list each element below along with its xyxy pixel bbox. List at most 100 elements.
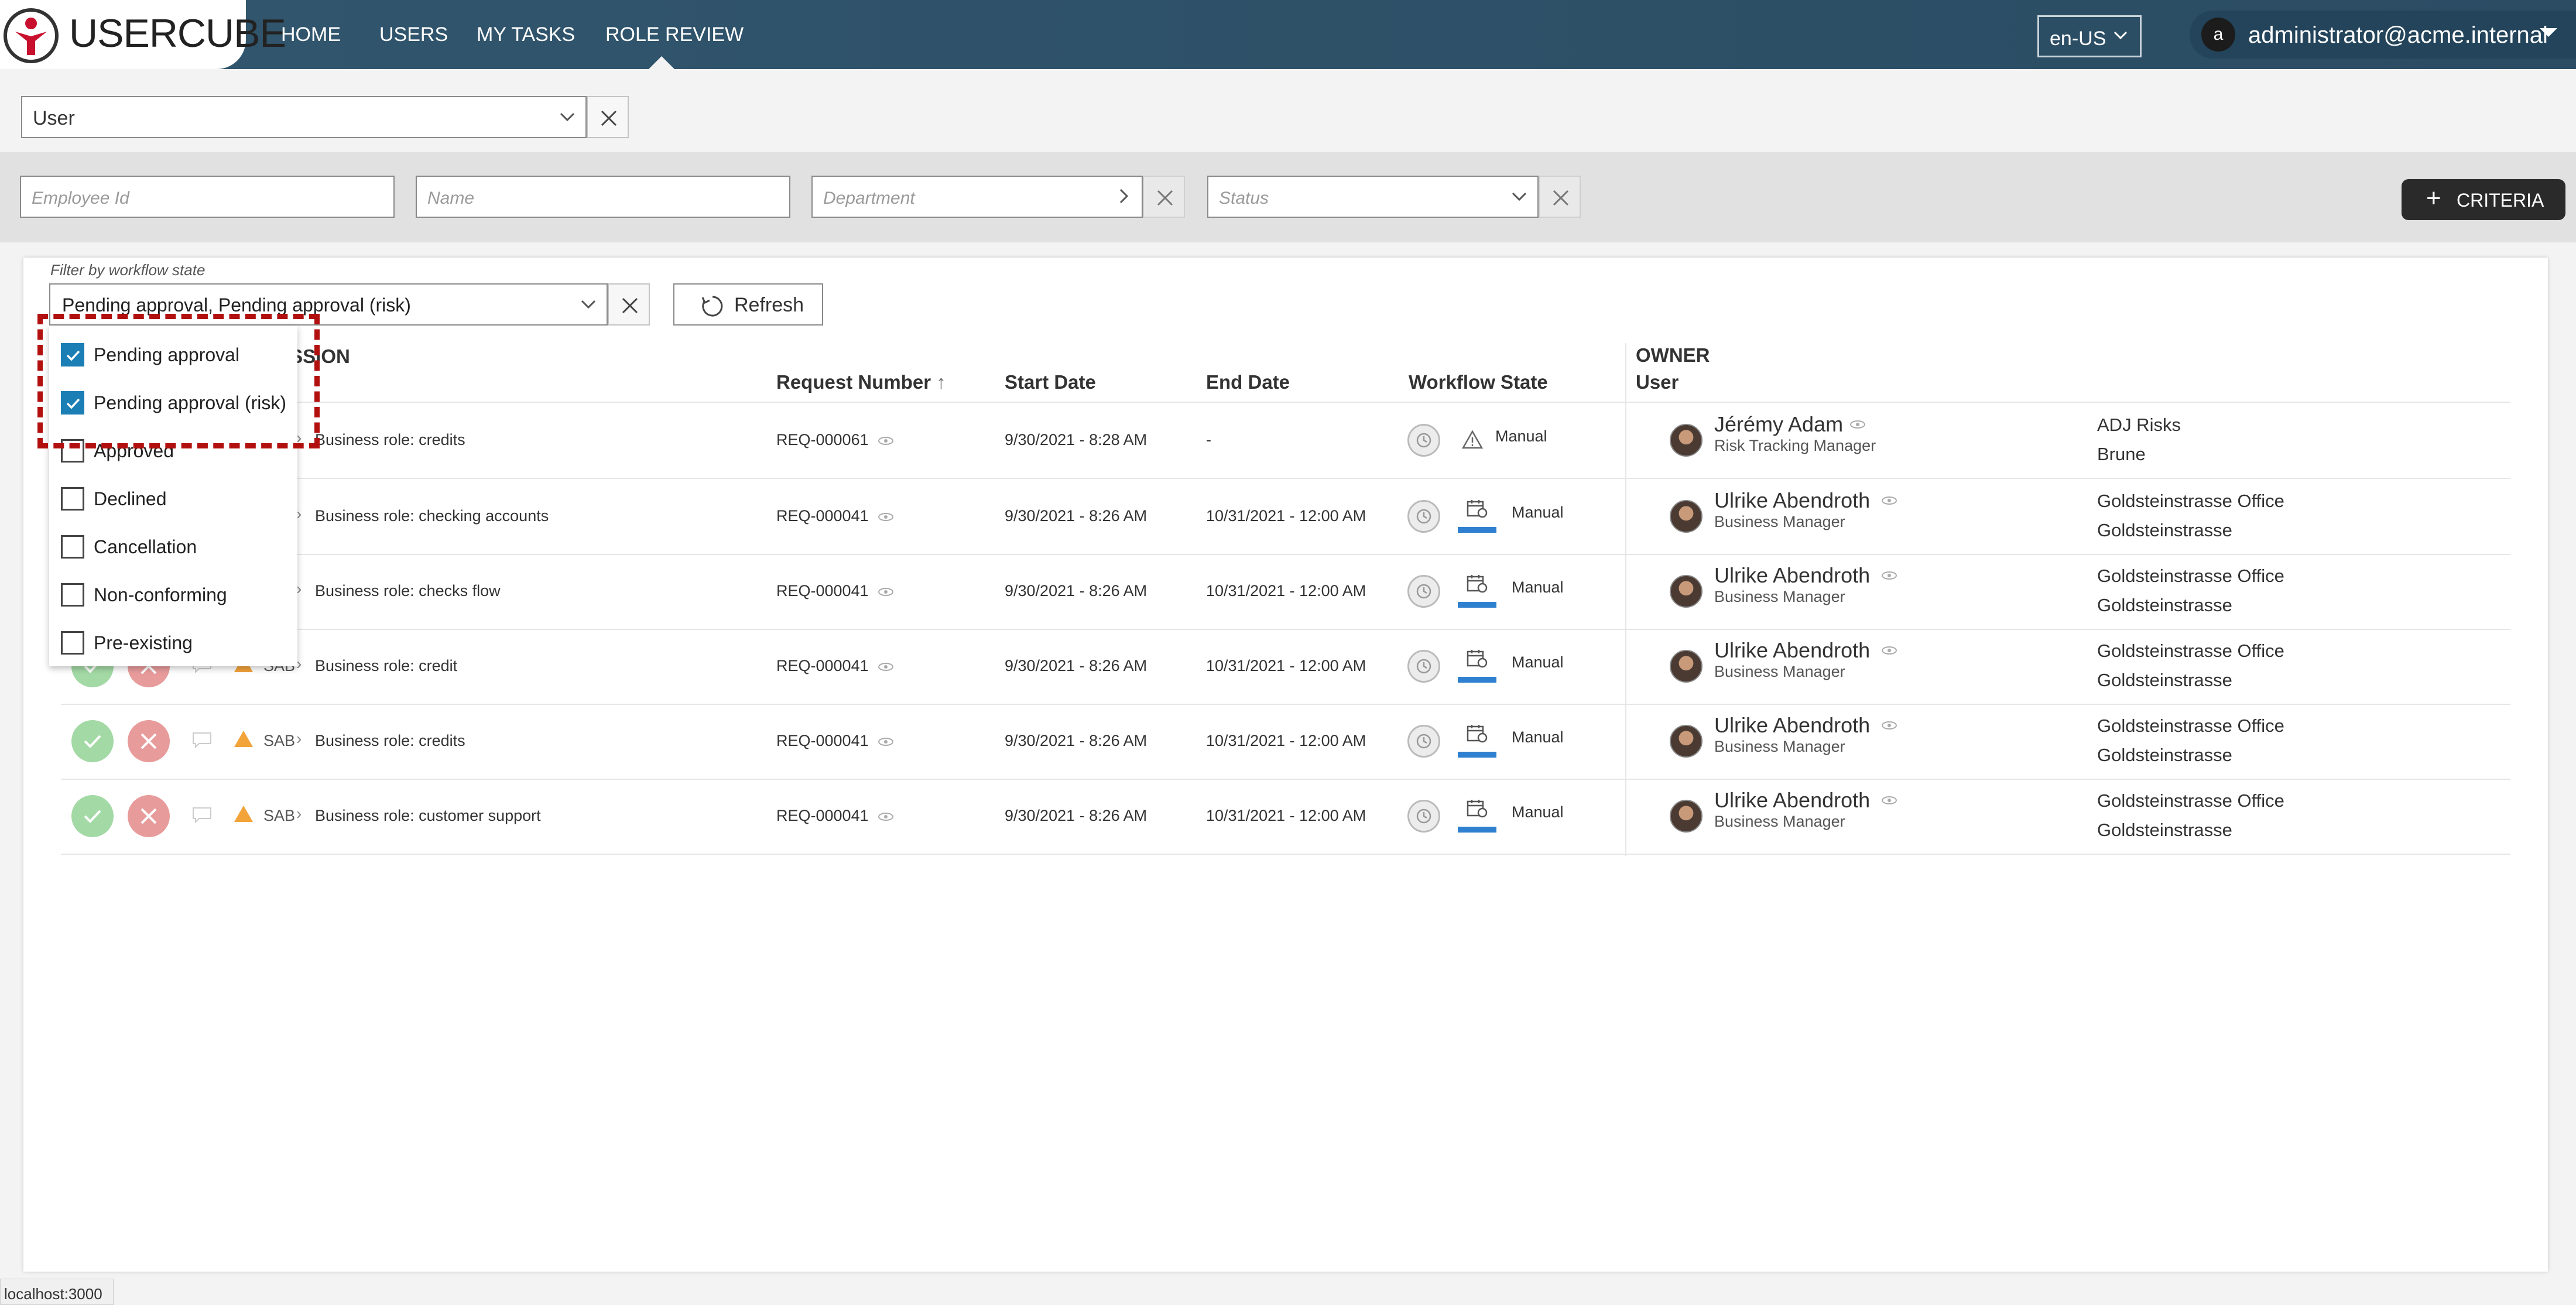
owner-name[interactable]: Ulrike Abendroth (1714, 488, 1870, 513)
nav-home[interactable]: HOME (281, 23, 341, 46)
location: Goldsteinstrasse (2097, 820, 2232, 840)
nav-users[interactable]: USERS (379, 23, 448, 46)
workflow-option-label: Non-conforming (94, 584, 227, 605)
approve-button[interactable] (71, 720, 114, 762)
usercube-logo[interactable]: USERCUBE (0, 0, 286, 69)
caret-down-icon (2540, 28, 2557, 37)
system-code: SAB (263, 807, 296, 824)
view-request-icon[interactable] (878, 588, 893, 596)
end-date: 10/31/2021 - 12:00 AM (1206, 582, 1366, 600)
workflow-option[interactable]: Cancellation (49, 522, 297, 570)
role-name[interactable]: Business role: credit (315, 657, 457, 675)
header-workflow-state[interactable]: Workflow State (1409, 371, 1548, 393)
role-name[interactable]: Business role: customer support (315, 807, 541, 825)
view-owner-icon[interactable] (1882, 571, 1897, 580)
history-icon[interactable] (1407, 725, 1440, 758)
view-owner-icon[interactable] (1882, 796, 1897, 804)
workflow-state: Manual (1512, 728, 1564, 746)
view-owner-icon[interactable] (1850, 420, 1865, 429)
owner-role: Risk Tracking Manager (1714, 437, 1876, 454)
organization: Goldsteinstrasse Office (2097, 566, 2284, 586)
request-number[interactable]: REQ-000061 (776, 431, 869, 449)
workflow-state: Manual (1495, 427, 1547, 445)
nav-my-tasks[interactable]: MY TASKS (477, 23, 575, 46)
request-number[interactable]: REQ-000041 (776, 657, 869, 675)
workflow-option[interactable]: Pre-existing (49, 618, 297, 666)
employee-id-input[interactable]: Employee Id (20, 176, 395, 218)
history-icon[interactable] (1407, 500, 1440, 533)
view-owner-icon[interactable] (1882, 721, 1897, 729)
name-input[interactable]: Name (416, 176, 790, 218)
header-request-number-label: Request Number (776, 371, 931, 393)
history-icon[interactable] (1407, 424, 1440, 457)
language-select[interactable]: en-US (2037, 15, 2142, 57)
workflow-filter-label: Filter by workflow state (50, 261, 205, 279)
view-owner-icon[interactable] (1882, 496, 1897, 505)
header-start-date[interactable]: Start Date (1005, 371, 1096, 393)
clear-status-button[interactable] (1539, 176, 1581, 218)
request-number[interactable]: REQ-000041 (776, 732, 869, 750)
header-request-number[interactable]: Request Number ↑ (776, 371, 946, 393)
view-request-icon[interactable] (878, 738, 893, 746)
role-name[interactable]: Business role: checking accounts (315, 507, 549, 525)
header-owner-user[interactable]: User (1636, 371, 1678, 393)
clear-workflow-filter-button[interactable] (608, 283, 650, 326)
owner-name[interactable]: Ulrike Abendroth (1714, 638, 1870, 663)
approve-button[interactable] (71, 795, 114, 837)
checkbox-unchecked[interactable] (61, 535, 84, 559)
warning-icon (234, 731, 253, 747)
clear-entity-button[interactable] (587, 96, 629, 138)
role-name[interactable]: Business role: credits (315, 431, 465, 449)
name-placeholder: Name (427, 189, 475, 208)
chevron-down-icon (1509, 186, 1529, 211)
workflow-progress-bar (1458, 527, 1496, 533)
view-request-icon[interactable] (878, 437, 893, 445)
comment-icon[interactable] (192, 807, 212, 824)
owner-name[interactable]: Ulrike Abendroth (1714, 713, 1870, 738)
comment-icon[interactable] (192, 732, 212, 749)
user-menu[interactable]: a administrator@acme.internal (2190, 11, 2576, 59)
checkbox-unchecked[interactable] (61, 631, 84, 655)
location: Goldsteinstrasse (2097, 745, 2232, 765)
clear-department-button[interactable] (1143, 176, 1185, 218)
role-name[interactable]: Business role: checks flow (315, 582, 501, 600)
department-picker[interactable]: Department (811, 176, 1143, 218)
decline-button[interactable] (128, 720, 170, 762)
view-request-icon[interactable] (878, 513, 893, 521)
calendar-task-icon (1466, 574, 1488, 594)
decline-button[interactable] (128, 795, 170, 837)
header-end-date[interactable]: End Date (1206, 371, 1290, 393)
owner-name[interactable]: Ulrike Abendroth (1714, 788, 1870, 813)
history-icon[interactable] (1407, 575, 1440, 608)
status-select[interactable]: Status (1207, 176, 1539, 218)
annotation-highlight-box (37, 314, 320, 448)
start-date: 9/30/2021 - 8:28 AM (1005, 431, 1147, 448)
owner-name[interactable]: Jérémy Adam (1714, 412, 1843, 437)
entity-type-select[interactable]: User (21, 96, 587, 138)
role-name[interactable]: Business role: credits (315, 732, 465, 750)
start-date: 9/30/2021 - 8:26 AM (1005, 657, 1147, 674)
history-icon[interactable] (1407, 800, 1440, 833)
organization: Goldsteinstrasse Office (2097, 790, 2284, 811)
checkbox-unchecked[interactable] (61, 583, 84, 607)
checkbox-unchecked[interactable] (61, 487, 84, 511)
location: Goldsteinstrasse (2097, 595, 2232, 615)
request-number[interactable]: REQ-000041 (776, 582, 869, 600)
workflow-option[interactable]: Non-conforming (49, 570, 297, 618)
refresh-button[interactable]: Refresh (673, 283, 823, 326)
close-icon (1157, 190, 1173, 206)
chevron-down-icon (2112, 26, 2129, 49)
view-request-icon[interactable] (878, 813, 893, 821)
nav-role-review[interactable]: ROLE REVIEW (605, 23, 744, 46)
close-icon (622, 297, 638, 314)
workflow-option[interactable]: Declined (49, 474, 297, 522)
location: Goldsteinstrasse (2097, 670, 2232, 690)
history-icon[interactable] (1407, 650, 1440, 683)
location: Goldsteinstrasse (2097, 520, 2232, 540)
view-owner-icon[interactable] (1882, 646, 1897, 655)
owner-name[interactable]: Ulrike Abendroth (1714, 563, 1870, 588)
view-request-icon[interactable] (878, 663, 893, 671)
criteria-button[interactable]: + CRITERIA (2402, 179, 2565, 220)
request-number[interactable]: REQ-000041 (776, 807, 869, 825)
request-number[interactable]: REQ-000041 (776, 507, 869, 525)
